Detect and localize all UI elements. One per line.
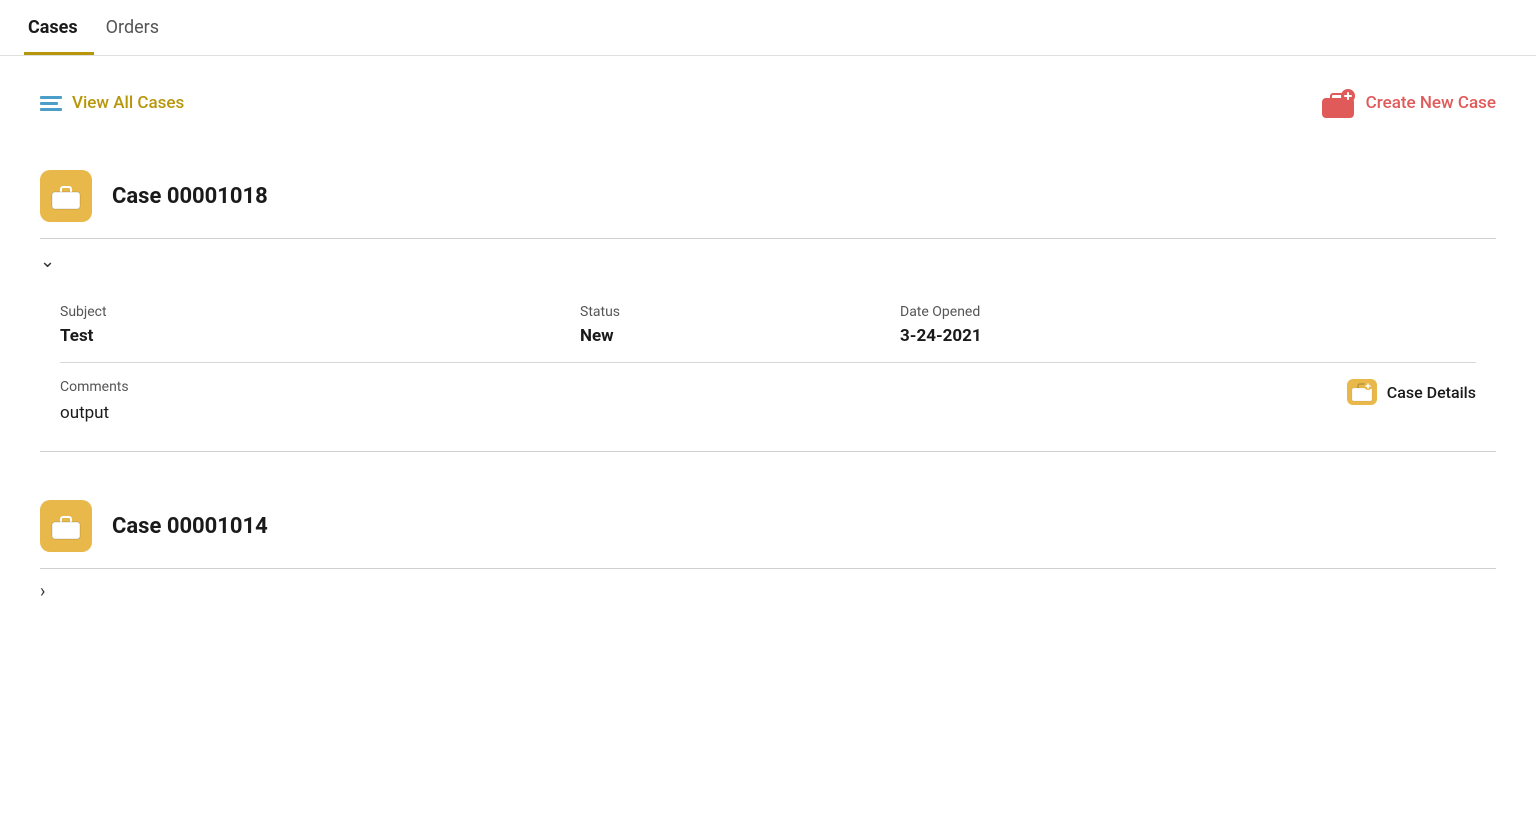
tabs-bar: Cases Orders — [0, 0, 1536, 56]
subject-group: Subject Test — [60, 304, 260, 346]
create-case-icon — [1320, 88, 1356, 118]
case-fields-row-1018: Subject Test Status New Date Opened 3-24… — [60, 296, 1476, 362]
tab-cases[interactable]: Cases — [24, 17, 94, 55]
case-divider-bottom-1018 — [40, 451, 1496, 452]
comments-value: output — [60, 403, 129, 423]
case-details-icon-1018 — [1347, 379, 1377, 405]
status-label: Status — [580, 304, 780, 320]
tab-orders[interactable]: Orders — [102, 17, 175, 55]
list-icon — [40, 96, 62, 111]
case-toggle-1018[interactable]: ⌄ — [0, 239, 1536, 284]
case-details-panel-1018: Subject Test Status New Date Opened 3-24… — [0, 284, 1536, 451]
case-header-1018: Case 00001018 — [0, 154, 1536, 238]
case-details-link-1018[interactable]: Case Details — [1347, 379, 1476, 405]
subject-value: Test — [60, 326, 260, 346]
view-all-cases-button[interactable]: View All Cases — [40, 93, 184, 113]
comments-block-1018: Comments output — [60, 379, 129, 423]
case-icon-1018 — [40, 170, 92, 222]
case-toggle-1014[interactable]: › — [0, 569, 1536, 614]
date-opened-group: Date Opened 3-24-2021 — [900, 304, 1100, 346]
action-bar: View All Cases Create New Case — [0, 56, 1536, 138]
create-new-case-label: Create New Case — [1366, 93, 1496, 113]
status-value: New — [580, 326, 780, 346]
case-card-1014: Case 00001014 › — [0, 484, 1536, 614]
case-header-1014: Case 00001014 — [0, 484, 1536, 568]
subject-label: Subject — [60, 304, 260, 320]
date-opened-value: 3-24-2021 — [900, 326, 1100, 346]
view-all-cases-label: View All Cases — [72, 93, 184, 113]
case-comments-row-1018: Comments output Case Details — [60, 379, 1476, 431]
case-icon-1014 — [40, 500, 92, 552]
create-new-case-button[interactable]: Create New Case — [1320, 88, 1496, 118]
status-group: Status New — [580, 304, 780, 346]
case-title-1018: Case 00001018 — [112, 184, 268, 209]
fields-divider-1018 — [60, 362, 1476, 363]
date-opened-label: Date Opened — [900, 304, 1100, 320]
case-details-label: Case Details — [1387, 383, 1476, 402]
comments-label: Comments — [60, 379, 129, 395]
case-title-1014: Case 00001014 — [112, 514, 268, 539]
case-card-1018: Case 00001018 ⌄ Subject Test Status New … — [0, 154, 1536, 452]
